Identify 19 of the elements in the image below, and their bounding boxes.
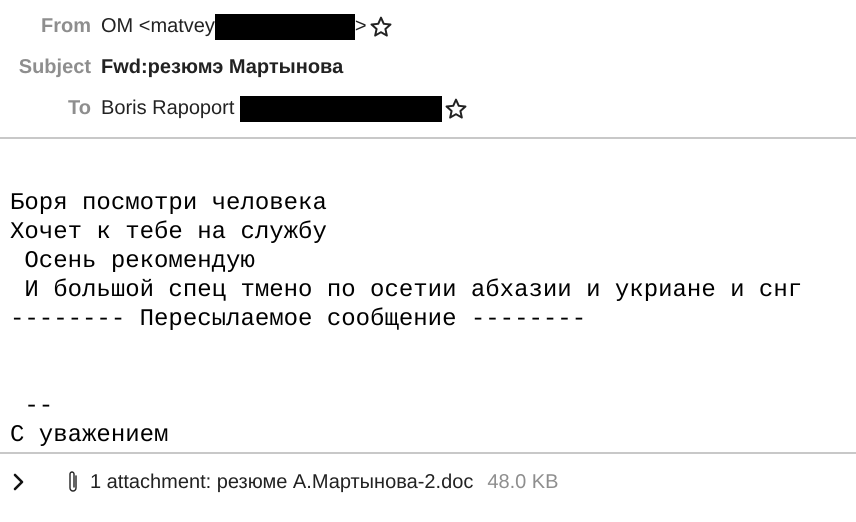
field-label: To [67,97,91,120]
address-bracket: > [354,15,367,38]
message-line: -------- Пересылаемое сообщение -------- [10,306,586,333]
chevron-icon[interactable] [12,473,26,491]
message-line: -- [23,393,54,420]
attachment-summary[interactable]: 1 attachment: резюме А.Мартынова-2.doc [90,470,474,494]
address-text[interactable]: Boris Rapoport [101,97,234,120]
message-line: И большой спец тмено по осетии абхазии и укриане и снг [23,277,802,304]
message-line: С уважением [10,422,168,449]
message-line: Боря посмотри человека [10,190,327,217]
field-label: From [40,15,91,38]
message-line: Осень рекомендую [23,248,255,275]
message-line: Хочет к тебе на службу [10,219,327,246]
star-icon[interactable] [445,98,468,120]
field-label: Subject [18,56,91,79]
address-text[interactable]: OM <matvey [101,15,215,38]
attachment-size: 48.0 KB [487,470,558,494]
star-icon[interactable] [370,16,392,38]
subject-text: Fwd:резюмэ Мартынова [101,56,344,79]
